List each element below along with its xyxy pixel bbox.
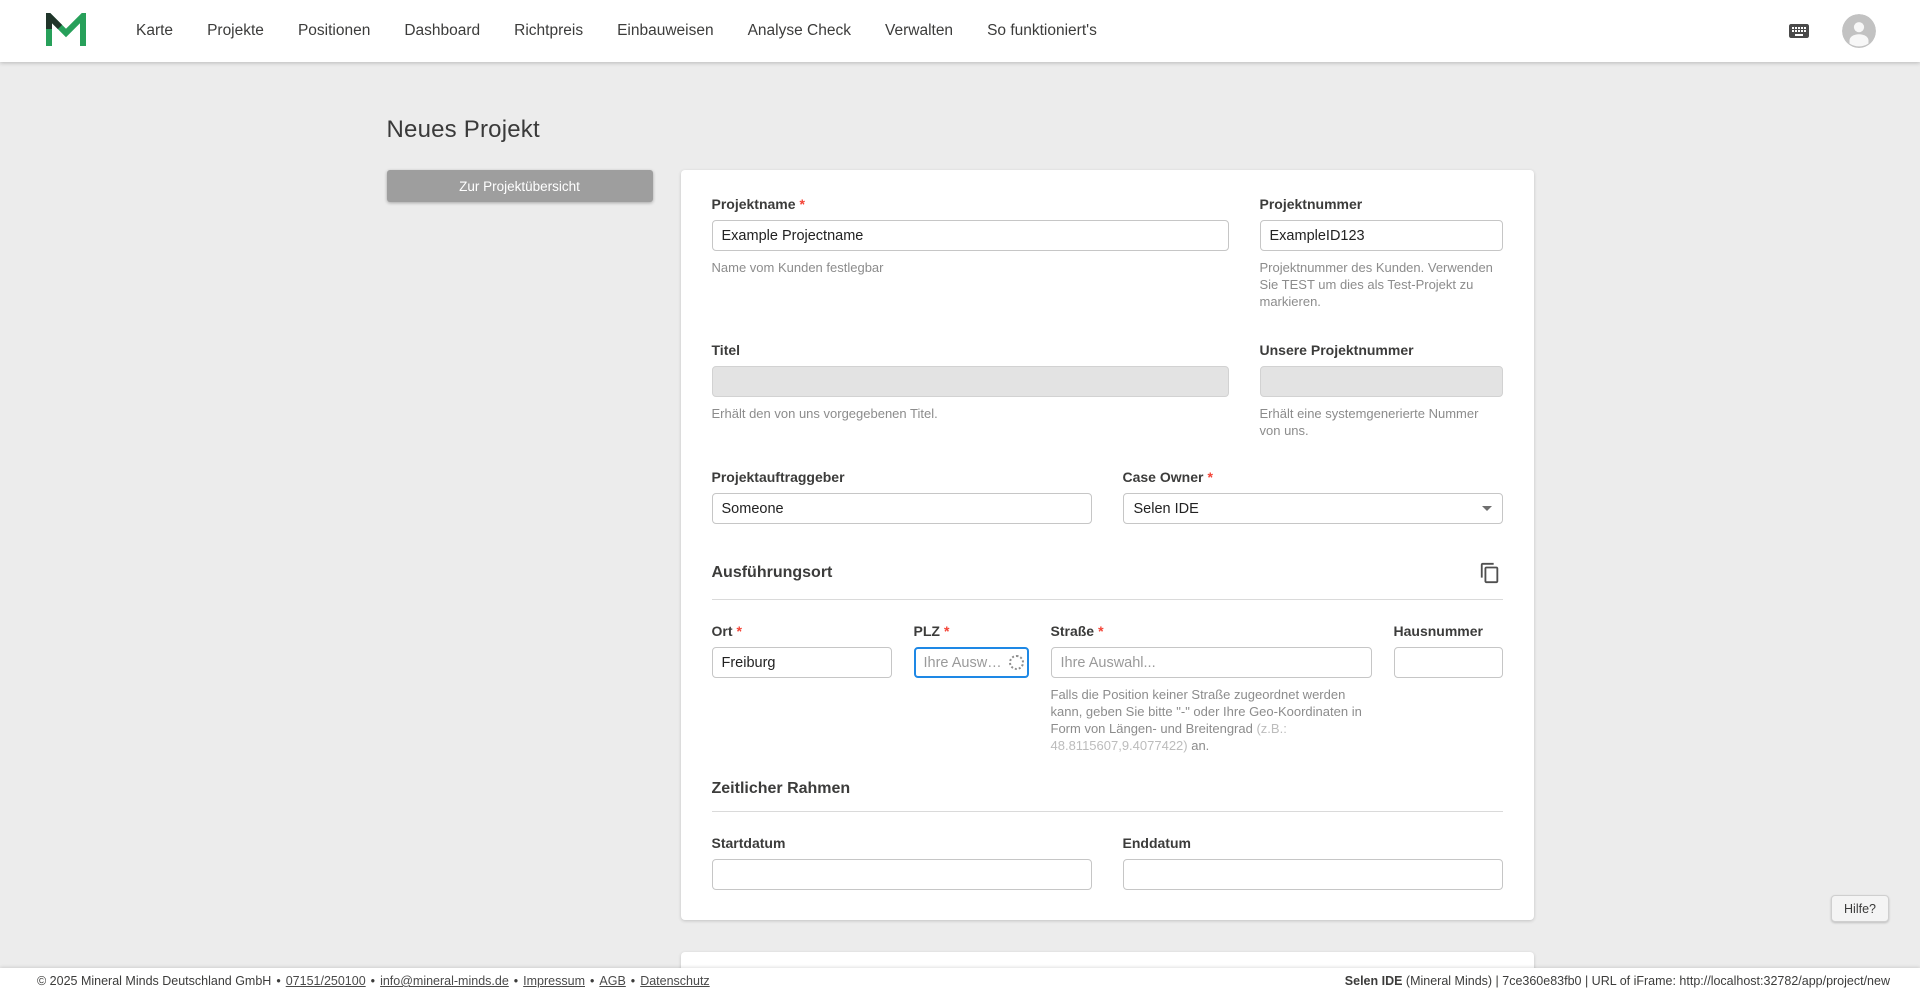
footer-link-email[interactable]: info@mineral-minds.de <box>380 974 509 988</box>
strasse-label: Straße * <box>1050 623 1104 639</box>
projektnummer-label: Projektnummer <box>1259 196 1363 212</box>
project-form-card: Projektname* Name vom Kunden festlegbar … <box>680 170 1534 920</box>
field-projektnummer: Projektnummer Projektnummer des Kunden. … <box>1259 196 1503 310</box>
loading-spinner-icon <box>1008 654 1024 670</box>
field-unsere-projektnummer: Unsere Projektnummer Erhält eine systemg… <box>1259 342 1503 439</box>
field-titel: Titel Erhält den von uns vorgegebenen Ti… <box>711 342 1229 439</box>
projektauftraggeber-label: Projektauftraggeber <box>711 469 845 485</box>
field-hausnummer: Hausnummer <box>1393 623 1503 754</box>
projektnummer-helper: Projektnummer des Kunden. Verwenden Sie … <box>1259 260 1493 309</box>
help-button[interactable]: Hilfe? <box>1831 895 1889 922</box>
required-asterisk: * <box>799 196 805 212</box>
field-plz: PLZ * <box>913 623 1029 754</box>
nav-item-karte[interactable]: Karte <box>136 22 173 40</box>
titel-helper: Erhält den von uns vorgegebenen Titel. <box>711 406 938 421</box>
footer-link-phone[interactable]: 07151/250100 <box>286 974 366 988</box>
session-details: (Mineral Minds) | 7ce360e83fb0 | URL of … <box>1402 974 1890 988</box>
section-title-zeitlicher-rahmen: Zeitlicher Rahmen <box>711 780 851 797</box>
separator-dot: • <box>513 974 519 988</box>
page-title: Neues Projekt <box>386 116 540 143</box>
field-enddatum: Enddatum <box>1122 835 1503 890</box>
section-title-ausfuehrungsort: Ausführungsort <box>711 564 833 581</box>
ort-label: Ort * <box>711 623 742 639</box>
separator-dot: • <box>630 974 636 988</box>
field-projektauftraggeber: Projektauftraggeber <box>711 469 1092 524</box>
strasse-input[interactable] <box>1050 647 1372 678</box>
footer-link-impressum[interactable]: Impressum <box>523 974 585 988</box>
enddatum-label: Enddatum <box>1122 835 1191 851</box>
field-strasse: Straße* Falls die Position keiner Straße… <box>1050 623 1372 754</box>
nav-item-so-funktionierts[interactable]: So funktioniert's <box>987 22 1097 40</box>
section-ausfuehrungsort: Ausführungsort <box>711 560 1503 600</box>
main-content: Neues Projekt Zur Projektübersicht Proje… <box>386 62 1534 994</box>
projektname-helper: Name vom Kunden festlegbar <box>711 260 884 275</box>
projektname-label: Projektname * <box>711 196 806 212</box>
section-zeitlicher-rahmen: Zeitlicher Rahmen <box>711 780 1503 812</box>
strasse-helper: Falls die Position keiner Straße zugeord… <box>1050 687 1362 753</box>
unsere-projektnummer-input <box>1259 366 1503 397</box>
startdatum-label: Startdatum <box>711 835 786 851</box>
footer: © 2025 Mineral Minds Deutschland GmbH • … <box>0 968 1920 994</box>
separator-dot: • <box>276 974 281 988</box>
nav-item-projekte[interactable]: Projekte <box>207 22 264 40</box>
logo-m-icon <box>46 13 86 46</box>
case-owner-select[interactable]: Selen IDE <box>1122 493 1503 524</box>
back-to-projects-button[interactable]: Zur Projektübersicht <box>386 170 653 202</box>
hausnummer-label: Hausnummer <box>1393 623 1483 639</box>
session-user: Selen IDE <box>1344 974 1403 988</box>
case-owner-label: Case Owner * <box>1122 469 1213 485</box>
separator-dot: • <box>370 974 376 988</box>
plz-label: PLZ * <box>913 623 950 639</box>
nav-item-richtpreis[interactable]: Richtpreis <box>514 22 583 40</box>
footer-left: © 2025 Mineral Minds Deutschland GmbH • … <box>37 974 710 988</box>
projektauftraggeber-input[interactable] <box>711 493 1092 524</box>
nav-item-einbauweisen[interactable]: Einbauweisen <box>617 22 714 40</box>
titel-input <box>711 366 1229 397</box>
keyboard-icon[interactable] <box>1784 19 1814 43</box>
required-asterisk: * <box>1098 623 1104 639</box>
main-nav: Karte Projekte Positionen Dashboard Rich… <box>136 22 1097 40</box>
copy-icon[interactable] <box>1477 560 1503 586</box>
required-asterisk: * <box>1207 469 1213 485</box>
separator-dot: • <box>590 974 595 988</box>
navbar-right <box>1784 14 1876 48</box>
footer-link-datenschutz[interactable]: Datenschutz <box>640 974 709 988</box>
brand-logo[interactable] <box>46 13 86 49</box>
nav-item-verwalten[interactable]: Verwalten <box>885 22 953 40</box>
titel-label: Titel <box>711 342 741 358</box>
hausnummer-input[interactable] <box>1393 647 1503 678</box>
projektname-input[interactable] <box>711 220 1229 251</box>
unsere-projektnummer-helper: Erhält eine systemgenerierte Nummer von … <box>1259 406 1479 438</box>
field-projektname: Projektname* Name vom Kunden festlegbar <box>711 196 1229 310</box>
unsere-projektnummer-label: Unsere Projektnummer <box>1259 342 1414 358</box>
nav-item-dashboard[interactable]: Dashboard <box>404 22 480 40</box>
case-owner-value: Selen IDE <box>1133 500 1199 517</box>
field-case-owner: Case Owner * Selen IDE <box>1122 469 1503 524</box>
nav-item-positionen[interactable]: Positionen <box>298 22 370 40</box>
enddatum-input[interactable] <box>1122 859 1503 890</box>
chevron-down-icon <box>1481 506 1492 511</box>
required-asterisk: * <box>943 623 950 639</box>
nav-item-analyse-check[interactable]: Analyse Check <box>748 22 851 40</box>
user-avatar-icon[interactable] <box>1842 14 1876 48</box>
footer-link-agb[interactable]: AGB <box>599 974 625 988</box>
startdatum-input[interactable] <box>711 859 1092 890</box>
session-info: Selen IDE (Mineral Minds) | 7ce360e83fb0… <box>1345 974 1890 988</box>
copyright-text: © 2025 Mineral Minds Deutschland GmbH <box>37 974 272 988</box>
field-ort: Ort * <box>711 623 892 754</box>
required-asterisk: * <box>736 623 742 639</box>
ort-input[interactable] <box>711 647 892 678</box>
projektnummer-input[interactable] <box>1259 220 1503 251</box>
field-startdatum: Startdatum <box>711 835 1092 890</box>
top-navbar: Karte Projekte Positionen Dashboard Rich… <box>0 0 1920 62</box>
